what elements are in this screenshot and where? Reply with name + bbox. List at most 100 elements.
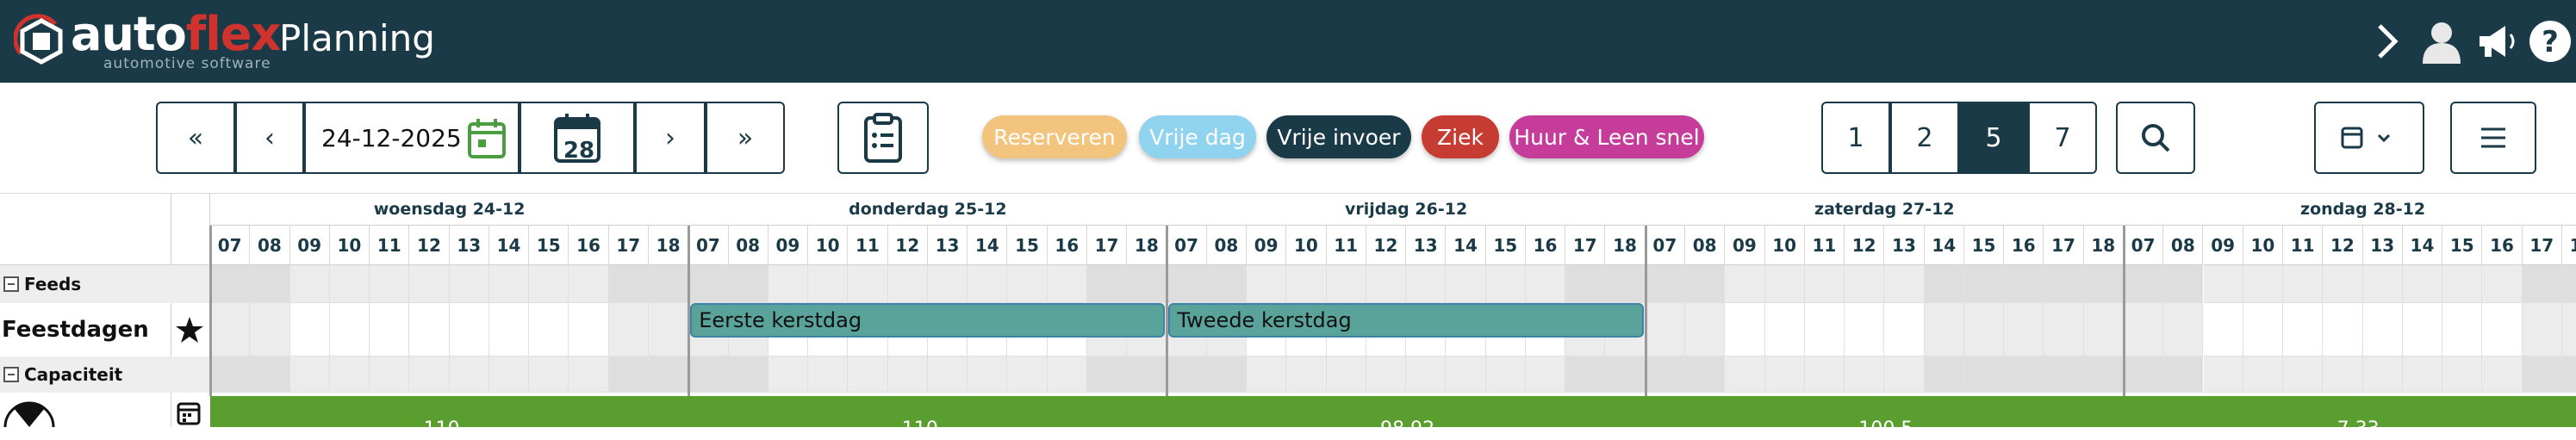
grid-cell[interactable] <box>2044 265 2084 303</box>
grid-cell[interactable] <box>2402 356 2443 393</box>
section-feeds[interactable]: Feeds <box>0 265 171 303</box>
grid-cell[interactable] <box>1406 265 1447 303</box>
grid-cell[interactable] <box>569 265 609 303</box>
grid-cell[interactable] <box>1167 356 1207 393</box>
grid-cell[interactable] <box>2402 303 2443 356</box>
grid-cell[interactable] <box>2083 303 2124 356</box>
grid-cell[interactable] <box>2323 303 2363 356</box>
grid-cell[interactable] <box>1247 356 1287 393</box>
grid-cell[interactable] <box>2561 265 2576 303</box>
grid-cell[interactable] <box>1366 265 1407 303</box>
grid-cell[interactable] <box>608 356 649 393</box>
grid-cell[interactable] <box>488 356 530 393</box>
grid-cell[interactable] <box>1684 303 1726 356</box>
grid-cell[interactable] <box>1485 265 1526 303</box>
grid-cell[interactable] <box>1963 265 2005 303</box>
grid-cell[interactable] <box>2163 265 2204 303</box>
calendar-icon[interactable] <box>466 117 507 160</box>
autoflex-logo[interactable]: autoflex automotive software <box>14 7 281 72</box>
nav-prev-button[interactable]: ‹ <box>235 102 304 174</box>
nav-next-button[interactable]: › <box>635 102 706 174</box>
grid-cell[interactable] <box>768 356 809 393</box>
user-avatar-icon[interactable] <box>2416 15 2467 67</box>
grid-cell[interactable] <box>1406 356 1447 393</box>
grid-cell[interactable] <box>1845 356 1885 393</box>
grid-cell[interactable] <box>409 356 450 393</box>
grid-cell[interactable] <box>1565 265 1606 303</box>
grid-cell[interactable] <box>2163 356 2204 393</box>
grid-cell[interactable] <box>608 303 649 356</box>
grid-cell[interactable] <box>488 303 530 356</box>
grid-cell[interactable] <box>529 303 569 356</box>
grid-cell[interactable] <box>1086 265 1128 303</box>
grid-cell[interactable] <box>1764 265 1805 303</box>
grid-cell[interactable] <box>2004 265 2044 303</box>
grid-cell[interactable] <box>409 303 450 356</box>
grid-cell[interactable] <box>1963 356 2005 393</box>
grid-cell[interactable] <box>1167 265 1207 303</box>
grid-cell[interactable] <box>2362 265 2403 303</box>
grid-cell[interactable] <box>329 265 370 303</box>
grid-cell[interactable] <box>1047 356 1087 393</box>
calendar-small-icon[interactable] <box>176 400 202 425</box>
grid-cell[interactable] <box>1764 356 1805 393</box>
grid-cell[interactable] <box>648 265 689 303</box>
grid-cell[interactable] <box>1645 356 1685 393</box>
grid-cell[interactable] <box>688 265 729 303</box>
grid-cell[interactable] <box>449 356 489 393</box>
grid-cell[interactable] <box>2004 356 2044 393</box>
grid-cell[interactable] <box>370 265 410 303</box>
grid-cell[interactable] <box>409 265 450 303</box>
grid-cell[interactable] <box>329 303 370 356</box>
grid-cell[interactable] <box>927 265 968 303</box>
grid-cell[interactable] <box>2522 303 2562 356</box>
grid-cell[interactable] <box>1247 265 1287 303</box>
grid-cell[interactable] <box>688 356 729 393</box>
grid-cell[interactable] <box>1725 303 1765 356</box>
help-icon[interactable]: ? <box>2524 15 2576 67</box>
grid-cell[interactable] <box>2482 356 2523 393</box>
grid-cell[interactable] <box>2482 265 2523 303</box>
grid-cell[interactable] <box>2442 265 2483 303</box>
grid-cell[interactable] <box>2243 303 2284 356</box>
grid-cell[interactable] <box>2083 356 2124 393</box>
grid-cell[interactable] <box>1127 265 1167 303</box>
grid-cell[interactable] <box>2522 265 2562 303</box>
grid-cell[interactable] <box>2522 356 2562 393</box>
grid-cell[interactable] <box>968 356 1008 393</box>
grid-cell[interactable] <box>1645 265 1685 303</box>
grid-cell[interactable] <box>1804 265 1845 303</box>
grid-cell[interactable] <box>1924 265 1964 303</box>
grid-cell[interactable] <box>1605 356 1646 393</box>
grid-cell[interactable] <box>1845 303 1885 356</box>
section-capaciteit[interactable]: Capaciteit <box>0 356 171 393</box>
grid-cell[interactable] <box>1924 356 1964 393</box>
grid-cell[interactable] <box>1884 356 1925 393</box>
calendar-dropdown-button[interactable] <box>2314 102 2424 174</box>
date-field[interactable]: 24-12-2025 <box>304 102 520 174</box>
grid-cell[interactable] <box>1845 265 1885 303</box>
grid-cell[interactable] <box>1485 356 1526 393</box>
grid-cell[interactable] <box>2283 356 2324 393</box>
grid-cell[interactable] <box>2004 303 2044 356</box>
grid-cell[interactable] <box>2083 265 2124 303</box>
grid-cell[interactable] <box>488 265 530 303</box>
grid-cell[interactable] <box>728 356 768 393</box>
holiday-event[interactable]: Eerste kerstdag <box>690 303 1166 338</box>
grid-cell[interactable] <box>768 265 809 303</box>
grid-cell[interactable] <box>1206 265 1248 303</box>
grid-cell[interactable] <box>2561 356 2576 393</box>
grid-cell[interactable] <box>2323 356 2363 393</box>
grid-cell[interactable] <box>1446 265 1486 303</box>
grid-cell[interactable] <box>887 265 928 303</box>
grid-cell[interactable] <box>1007 356 1048 393</box>
search-button[interactable] <box>2116 102 2195 174</box>
grid-cell[interactable] <box>449 265 489 303</box>
grid-cell[interactable] <box>848 265 888 303</box>
grid-cell[interactable] <box>2123 356 2164 393</box>
grid-cell[interactable] <box>608 265 649 303</box>
filter-ziek[interactable]: Ziek <box>1422 115 1499 158</box>
grid-cell[interactable] <box>210 265 251 303</box>
grid-cell[interactable] <box>728 265 768 303</box>
grid-cell[interactable] <box>1127 356 1167 393</box>
